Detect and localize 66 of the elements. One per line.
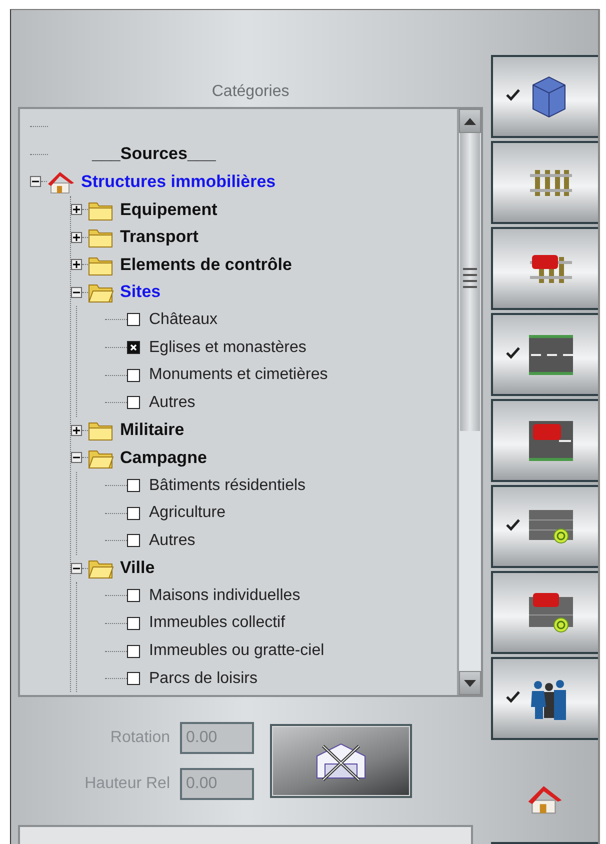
plus-icon <box>73 426 80 434</box>
tree-item-label: Monuments et cimetières <box>149 366 328 384</box>
expand-toggle[interactable] <box>71 452 82 464</box>
expand-toggle[interactable] <box>71 424 82 436</box>
tree-node-label[interactable]: Militaire <box>120 420 184 440</box>
rail-track-icon <box>529 168 574 198</box>
checkbox[interactable] <box>127 534 140 548</box>
delete-building-button[interactable] <box>270 724 412 798</box>
tree-item-label: Autres <box>149 394 196 412</box>
expand-toggle[interactable] <box>30 176 41 188</box>
tree-item-label: Autres <box>149 532 196 550</box>
tree-node-label[interactable]: Transport <box>120 227 198 248</box>
scroll-down-button[interactable] <box>459 671 482 695</box>
checkbox[interactable] <box>127 396 140 410</box>
checkbox[interactable] <box>127 506 140 520</box>
tree-node-label[interactable]: Ville <box>120 558 155 578</box>
down-arrow-icon <box>464 680 476 686</box>
tree-item-label: Agriculture <box>149 504 226 522</box>
expand-toggle[interactable] <box>71 562 82 574</box>
tree-item-label: Parcs de loisirs <box>149 670 258 688</box>
expand-toggle[interactable] <box>71 259 82 270</box>
tree-heading: ___Sources___ <box>92 144 216 164</box>
house-icon <box>527 783 564 815</box>
expand-toggle[interactable] <box>71 204 82 216</box>
wagon-on-road-icon <box>529 420 574 460</box>
expand-toggle[interactable] <box>71 232 82 243</box>
checkbox[interactable] <box>127 616 140 630</box>
tree-node-label[interactable]: Elements de contrôle <box>120 254 292 275</box>
checkbox[interactable] <box>127 341 140 354</box>
tree-item-label: Maisons individuelles <box>149 586 300 605</box>
tree-item-label: Bâtiments résidentiels <box>149 476 306 495</box>
checkbox[interactable] <box>127 672 140 686</box>
field-label: Rotation <box>109 729 170 747</box>
scroll-up-button[interactable] <box>459 109 482 133</box>
up-arrow-icon <box>464 118 476 124</box>
tree-node-label[interactable]: Structures immobilières <box>81 172 276 192</box>
expand-toggle[interactable] <box>71 286 82 298</box>
tree-item-label: Châteaux <box>149 310 218 329</box>
tree-node-label[interactable]: Campagne <box>120 448 207 468</box>
plus-icon <box>73 234 80 241</box>
plus-icon <box>73 261 80 268</box>
tree-item-label: Immeubles ou gratte-ciel <box>149 642 324 660</box>
tree-node-label[interactable]: Equipement <box>120 200 218 220</box>
panel-title: Catégories <box>212 83 290 102</box>
road-stop-icon <box>529 510 574 544</box>
cross-mark-icon <box>129 343 138 352</box>
checkmark-icon <box>506 89 520 101</box>
checkmark-icon <box>506 691 520 703</box>
checkbox[interactable] <box>127 479 140 492</box>
checkmark-icon <box>506 347 520 359</box>
checkbox[interactable] <box>127 368 140 382</box>
road-icon <box>529 334 574 374</box>
wagon-on-rails-icon <box>529 252 574 284</box>
field-label: Hauteur Rel <box>84 775 170 793</box>
tree-item-label: Eglises et monastères <box>149 338 306 357</box>
house-icon <box>47 170 75 194</box>
plus-icon <box>73 206 80 214</box>
scrollbar[interactable] <box>457 109 482 695</box>
checkbox[interactable] <box>127 313 140 326</box>
checkbox[interactable] <box>127 644 140 658</box>
checkbox[interactable] <box>127 589 140 602</box>
checkmark-icon <box>506 519 520 531</box>
wagon-road-stop-icon <box>529 592 574 632</box>
scrollbar-thumb[interactable] <box>460 133 480 431</box>
tree-item-label: Immeubles collectif <box>149 614 286 632</box>
tree-node-label[interactable]: Sites <box>120 282 161 302</box>
